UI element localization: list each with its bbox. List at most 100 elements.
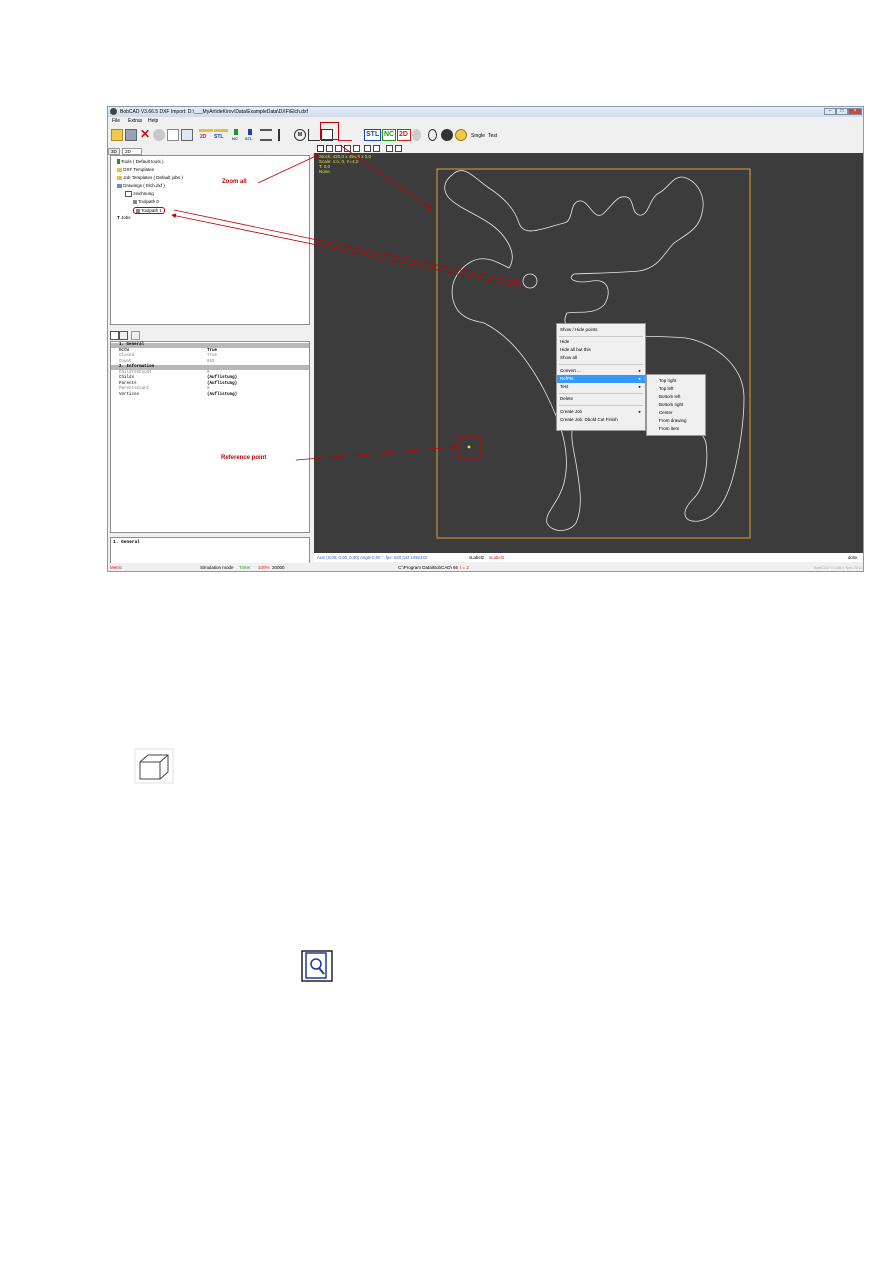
categorized-icon[interactable] [110,331,119,340]
submenu-item-from-drawing[interactable]: From drawing [647,417,705,425]
property-row[interactable]: ChildrenCount 0 [111,371,309,376]
version-label: BobCAD V3.66.5 Nov 2014 [814,565,863,570]
help-icon[interactable] [455,129,467,141]
nc-export-button[interactable]: NC [231,129,243,141]
menu-item-hide-all-but-this[interactable]: Hide all but this [557,346,645,354]
minimize-button[interactable]: – [824,108,836,115]
delete-icon[interactable]: ✕ [139,128,151,141]
tree-node-drawings[interactable]: Drawings ( Elch.dxf ) [117,183,165,188]
tree-node-jobs[interactable]: T Jobs [117,215,131,220]
zoom-out-button[interactable] [335,145,342,152]
property-key: Childs [119,376,135,380]
save-icon[interactable] [125,129,137,141]
monitor-icon[interactable] [181,129,193,141]
tool-pin-icon[interactable] [278,129,284,141]
property-row[interactable]: Closed True [111,354,309,359]
wave-icon[interactable] [338,129,352,141]
2d-button[interactable]: 2D [199,129,213,141]
moose-eye [522,273,538,289]
submenu-item-bottom-right[interactable]: Bottom right [647,401,705,409]
tools-icon[interactable] [153,129,165,141]
tree-node-dxf-templates[interactable]: DXF Templates [117,167,154,172]
menu-item-create-job-finish[interactable]: Create Job: Dbold Cut Finish [557,416,645,424]
view-front-button[interactable] [364,145,371,152]
tree-node-toolpath-0[interactable]: Toolpath 0 [133,199,159,204]
zoom-all-box-highlight [320,122,339,140]
view-top-button[interactable] [373,145,380,152]
reference-point[interactable] [467,445,471,449]
coordinate-readout: Axis (0,00, 0,00, 0,00) Angle 0,00 °, fp… [317,555,428,560]
simulation-mode-value: Timer [239,565,251,570]
property-row[interactable]: ParentsCount 0 [111,387,309,392]
axis-icon[interactable] [308,129,320,141]
test-button[interactable]: Test [488,133,497,139]
menu-item-delete[interactable]: Delete [557,395,645,403]
submenu-arrow-icon: ▸ [638,409,641,414]
property-row[interactable]: Parents (Auflistung) [111,382,309,387]
stl-button[interactable]: STL [214,129,228,141]
drawing-icon [117,183,122,188]
maximize-button[interactable]: □ [836,108,848,115]
folder-icon [117,167,122,172]
tab-2d[interactable]: 2D [122,148,142,155]
stl-label: STL [214,134,224,140]
tree-node-job-templates[interactable]: Job Templates ( Default jobs ) [117,175,183,180]
property-description: 1. General [110,537,310,565]
submenu-item-top-left[interactable]: Top left [647,385,705,393]
submenu-item-bottom-left[interactable]: Bottom left [647,393,705,401]
box-view-icon-large [134,748,174,784]
close-button[interactable]: × [848,108,862,115]
menu-item-show-all[interactable]: Show all [557,354,645,362]
menu-item-hide[interactable]: Hide [557,338,645,346]
zoom-window-button[interactable] [344,145,351,152]
window-title: BobCAD V3.66.5 DXF Import: D:\___MyArt\d… [120,109,308,115]
pan-button[interactable] [353,145,360,152]
drawing-canvas[interactable]: Stock: 420,0 x 494,6 x 0,0 Scale: 1:n, 0… [314,153,863,553]
menu-item-test[interactable]: Test ▸ [557,383,645,391]
down-arrow-blue-icon [248,129,252,135]
tree-node-toolpath-1[interactable]: Toolpath 1 [133,207,165,214]
submenu-item-from-item[interactable]: From item [647,425,705,433]
play-icon[interactable] [412,129,421,141]
menu-help[interactable]: Help [148,118,158,124]
menu-item-show-hide-points[interactable]: Show / Hide points [557,326,645,334]
tree-label: Drawings ( Elch.dxf ) [123,183,165,188]
view-side-button[interactable] [386,145,393,152]
menu-item-convert[interactable]: Convert ... ▸ [557,367,645,375]
view-iso-button[interactable] [395,145,402,152]
zoom-all-button[interactable] [317,145,324,152]
property-row[interactable]: Childs (Auflistung) [111,376,309,381]
property-row[interactable]: Vertices (Auflistung) [111,393,309,398]
property-pages-icon[interactable] [131,331,140,340]
alphabetical-icon[interactable] [119,331,128,340]
open-folder-icon[interactable] [111,129,123,141]
menu-extras[interactable]: Extras [128,118,142,124]
2d-view-button[interactable]: 2D [397,129,411,141]
property-key: ParentsCount [119,387,150,391]
menu-item-create-job[interactable]: Create Job ▸ [557,408,645,416]
document-icon[interactable] [167,129,179,141]
nc-view-button[interactable]: NC [382,129,396,141]
refresh-icon[interactable] [428,129,437,141]
property-row[interactable]: BCCW True [111,349,309,354]
program-path: C:\Program Data\BobCAD\ 66 [398,565,459,570]
single-button[interactable]: Single [471,133,485,139]
move-icon[interactable] [441,129,453,141]
tree-node-tools[interactable]: Tools ( Default tools ) [117,159,163,165]
submenu-item-center[interactable]: Center [647,409,705,417]
status-bar: Metric Simulation mode Timer 100% 20000 … [108,563,863,571]
zoom-in-button[interactable] [326,145,333,152]
stl-view-button[interactable]: STL [364,129,381,141]
tree-node-zeichnung[interactable]: zeichnung [125,191,154,197]
submenu-arrow-icon: ▸ [638,376,641,381]
submenu-item-top-right[interactable]: Top right [647,377,705,385]
menu-item-refpkt[interactable]: RefPkt ▸ [557,375,645,383]
property-row[interactable]: Count 652 [111,360,309,365]
stl-export-button[interactable]: STL [245,129,257,141]
tab-3d[interactable]: 3D [108,148,120,155]
layers-icon[interactable] [260,129,272,141]
m-button[interactable]: M [294,129,306,141]
tree-label: Job Templates ( Default jobs ) [123,175,183,180]
status-done: done [848,555,858,560]
menu-file[interactable]: File [112,118,120,124]
